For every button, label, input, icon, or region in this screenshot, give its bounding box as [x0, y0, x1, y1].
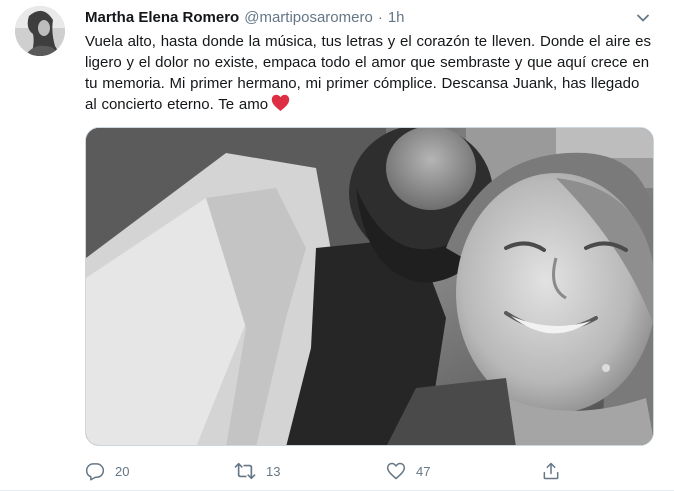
reply-button[interactable]: 20 [85, 461, 129, 481]
tweet-time[interactable]: 1h [388, 9, 405, 26]
avatar-photo-icon [15, 6, 65, 56]
tweet-actions: 20 13 47 [85, 459, 565, 483]
share-button[interactable] [541, 461, 571, 481]
retweet-button[interactable]: 13 [234, 461, 280, 481]
black-and-white-photo-icon [86, 128, 653, 445]
avatar[interactable] [15, 6, 65, 56]
heart-icon [386, 462, 406, 480]
reply-count: 20 [115, 463, 130, 479]
tweet-text: Vuela alto, hasta donde la música, tus l… [85, 31, 655, 118]
tweet[interactable]: Martha Elena Romero @martiposaromero · 1… [0, 0, 674, 491]
share-icon [543, 462, 559, 480]
separator-dot: · [377, 8, 383, 26]
retweet-icon [234, 462, 256, 480]
like-count: 47 [416, 463, 431, 479]
tweet-photo[interactable] [85, 127, 654, 446]
tweet-text-body: Vuela alto, hasta donde la música, tus l… [85, 33, 652, 113]
author-handle[interactable]: @martiposaromero [244, 9, 373, 26]
red-heart-emoji-icon [271, 94, 290, 118]
reply-icon [85, 463, 105, 481]
more-options-chevron-down-icon[interactable] [634, 9, 652, 27]
like-button[interactable]: 47 [386, 461, 430, 481]
retweet-count: 13 [266, 463, 281, 479]
author-name[interactable]: Martha Elena Romero [85, 9, 239, 26]
tweet-header: Martha Elena Romero @martiposaromero · 1… [85, 7, 654, 27]
